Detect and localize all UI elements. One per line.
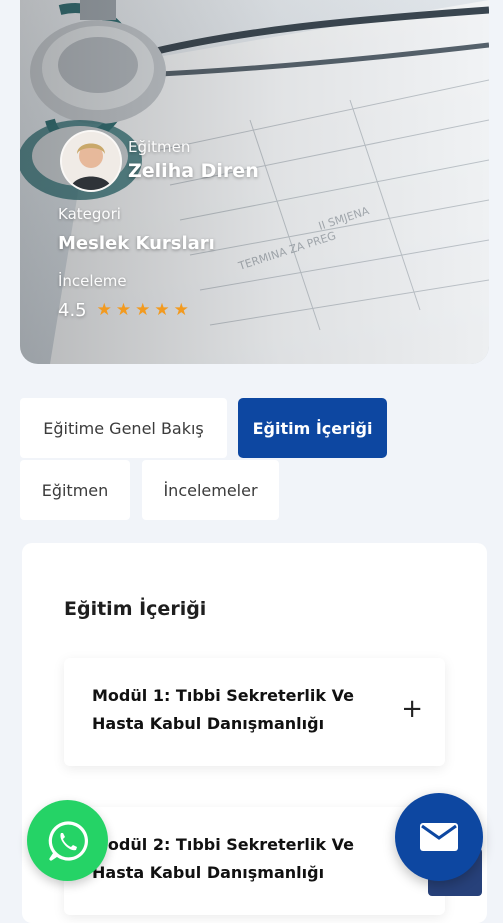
module-accordion-item[interactable]: Modül 1: Tıbbi Sekreterlik Ve Hasta Kabu… [64, 658, 445, 766]
section-title: Eğitim İçeriği [64, 598, 207, 620]
star-icon: ★ [96, 300, 112, 320]
category-label: Kategori [58, 205, 121, 223]
category-value[interactable]: Meslek Kursları [58, 233, 215, 254]
instructor-avatar [60, 130, 122, 192]
module-title: Modül 2: Tıbbi Sekreterlik Ve Hasta Kabu… [92, 835, 354, 882]
module-accordion-item[interactable]: Modül 2: Tıbbi Sekreterlik Ve Hasta Kabu… [64, 807, 445, 915]
instructor-label: Eğitmen [128, 138, 191, 156]
instructor-name[interactable]: Zeliha Diren [128, 160, 259, 182]
star-icon: ★ [173, 300, 189, 320]
whatsapp-icon [48, 820, 88, 861]
star-icon: ★ [135, 300, 151, 320]
mail-button[interactable] [395, 793, 483, 881]
course-hero-image: TERMINA ZA PREG II SMJENA Eğitmen Zeliha… [20, 0, 489, 364]
tab-overview[interactable]: Eğitime Genel Bakış [20, 398, 227, 458]
tab-course-content[interactable]: Eğitim İçeriği [238, 398, 387, 458]
tab-reviews[interactable]: İncelemeler [142, 460, 279, 520]
rating-row: 4.5 ★ ★ ★ ★ ★ [58, 300, 189, 321]
star-icon: ★ [154, 300, 170, 320]
star-rating: ★ ★ ★ ★ ★ [97, 302, 189, 319]
plus-icon[interactable]: + [401, 696, 423, 722]
tab-instructor[interactable]: Eğitmen [20, 460, 130, 520]
mail-icon [420, 823, 458, 851]
star-icon: ★ [115, 300, 132, 320]
rating-value: 4.5 [58, 300, 87, 321]
review-label: İnceleme [58, 272, 127, 290]
whatsapp-button[interactable] [27, 800, 108, 881]
module-title: Modül 1: Tıbbi Sekreterlik Ve Hasta Kabu… [92, 686, 354, 733]
